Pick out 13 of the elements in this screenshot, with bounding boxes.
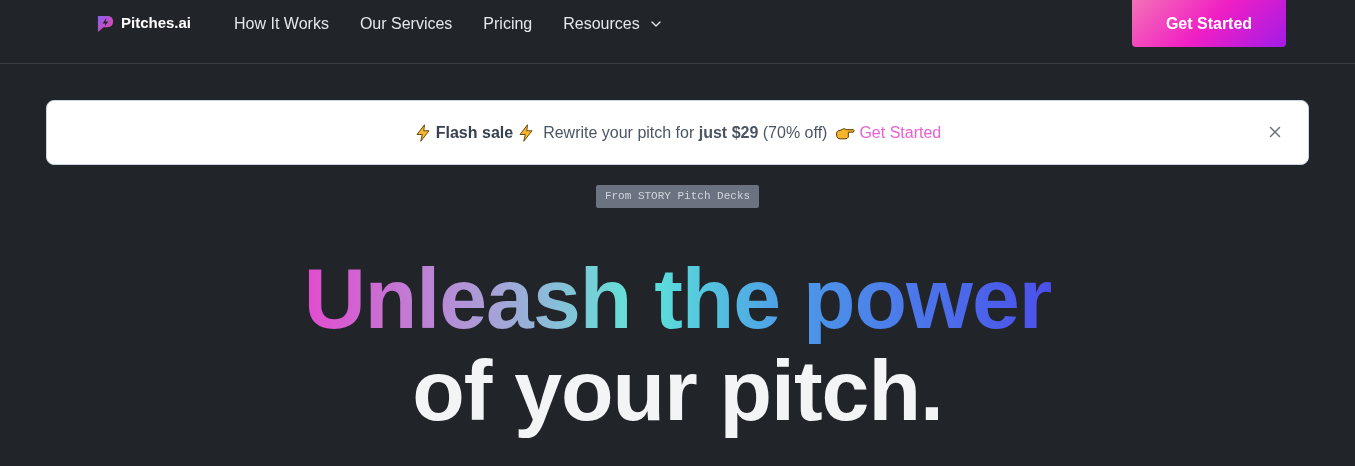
headline-text: of your pitch. <box>412 344 943 438</box>
logo-icon <box>96 14 115 33</box>
lightning-icon <box>517 123 536 142</box>
brand-name[interactable]: Pitches.ai <box>121 12 192 35</box>
source-tag: From STORY Pitch Decks <box>595 185 760 208</box>
nav-link[interactable]: Pricing <box>483 11 533 36</box>
lightning-icon <box>413 123 432 142</box>
nav-link[interactable]: Resources <box>563 11 664 36</box>
nav-link[interactable]: How It Works <box>234 11 329 36</box>
sale-title: Flash sale <box>435 122 514 143</box>
nav-link[interactable]: Our Services <box>359 11 453 36</box>
sale-text: Rewrite your pitch for just $29 (70% off) <box>543 122 828 143</box>
get-started-button[interactable]: Get Started <box>1132 0 1286 47</box>
